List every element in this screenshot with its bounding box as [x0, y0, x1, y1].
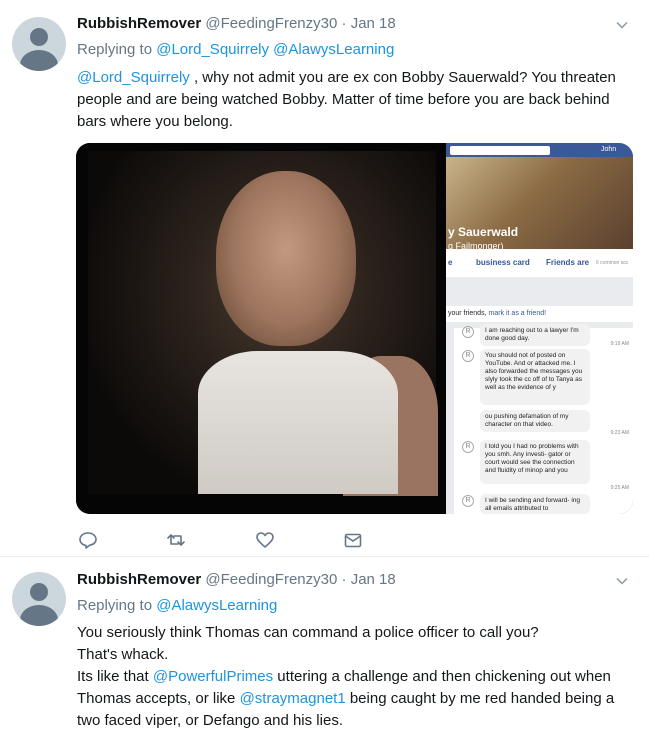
avatar-body-shape — [20, 50, 58, 71]
chat-time: 9:19 AM — [610, 341, 629, 347]
tweet-text: You seriously think Thomas can command a… — [77, 622, 637, 729]
replying-label: Replying to — [77, 597, 153, 614]
photo-face-shape — [216, 171, 356, 346]
display-name[interactable]: RubbishRemover — [77, 571, 201, 588]
tweet[interactable]: RubbishRemover @FeedingFrenzy30 · Jan 18… — [0, 558, 649, 729]
like-icon[interactable] — [255, 530, 275, 550]
r-icon: R — [462, 326, 474, 338]
photo-shirt-shape — [198, 351, 398, 494]
tweet-header: RubbishRemover @FeedingFrenzy30 · Jan 18 — [77, 570, 396, 590]
replying-to: Replying to @AlawysLearning — [77, 596, 277, 616]
separator-dot: · — [341, 15, 347, 32]
message-icon[interactable] — [343, 530, 363, 550]
chat-screenshot: R I am reaching out to a lawyer I'm done… — [454, 324, 633, 514]
photo-background — [88, 151, 438, 496]
reply-icon[interactable] — [78, 530, 98, 550]
tweet-media[interactable]: John y Sauerwald g Failmonger) e busines… — [76, 143, 633, 514]
chevron-down-icon[interactable] — [615, 18, 629, 32]
fb-tab: Friends are — [546, 258, 590, 267]
fb-tabs: e business card Friends are 6 common acc — [446, 249, 633, 277]
avatar-body-shape — [20, 605, 58, 626]
chat-message: I told you I had no problems with you sm… — [480, 440, 590, 484]
chat-message: ou pushing defamation of my character on… — [480, 410, 590, 432]
tweet-date[interactable]: Jan 18 — [351, 571, 396, 588]
display-name[interactable]: RubbishRemover — [77, 15, 201, 32]
fb-profile-name: y Sauerwald — [448, 225, 519, 239]
user-handle[interactable]: @FeedingFrenzy30 — [205, 571, 337, 588]
retweet-icon[interactable] — [166, 530, 186, 550]
reply-mention-alawyslearning[interactable]: @AlawysLearning — [156, 597, 277, 614]
replying-label: Replying to — [77, 41, 153, 58]
chat-message: I will be sending and forward- ing all e… — [480, 494, 590, 514]
r-icon: R — [462, 495, 474, 507]
tweet-text: @Lord_Squirrely , why not admit you are … — [77, 67, 637, 133]
text-mention-powerfulprimes[interactable]: @PowerfulPrimes — [153, 668, 273, 685]
chat-time: 9:23 AM — [610, 430, 629, 436]
tweet-header: RubbishRemover @FeedingFrenzy30 · Jan 18 — [77, 14, 396, 34]
fb-search-bar — [450, 146, 550, 155]
tweet-text-line: Its like that @PowerfulPrimes uttering a… — [77, 666, 637, 729]
fb-friend-notice: your friends, mark it as a friend! — [446, 306, 633, 322]
avatar[interactable] — [12, 17, 66, 71]
chat-message: I am reaching out to a lawyer I'm done g… — [480, 324, 590, 346]
replying-to: Replying to @Lord_Squirrely @AlawysLearn… — [77, 40, 394, 60]
media-photo-portrait[interactable] — [76, 143, 446, 514]
media-photo-screenshot[interactable]: John y Sauerwald g Failmonger) e busines… — [446, 143, 633, 514]
fb-topbar: John — [446, 143, 633, 157]
tweet-actions — [78, 530, 378, 550]
chevron-down-icon[interactable] — [615, 574, 629, 588]
text-mention-straymagnet1[interactable]: @straymagnet1 — [240, 690, 346, 707]
user-handle[interactable]: @FeedingFrenzy30 — [205, 15, 337, 32]
tweet-text-segment: Its like that — [77, 668, 153, 685]
r-icon: R — [462, 441, 474, 453]
fb-friend-text: your friends, — [448, 310, 487, 317]
fb-tab: e — [448, 258, 453, 267]
fb-friend-link: mark it as a friend! — [488, 310, 547, 317]
fb-tab: business card — [476, 258, 530, 267]
chat-time: 9:25 AM — [610, 485, 629, 491]
fb-cover-photo: y Sauerwald g Failmonger) — [446, 157, 633, 251]
tweet-date[interactable]: Jan 18 — [351, 15, 396, 32]
fb-user-name: John — [601, 146, 617, 153]
separator-dot: · — [341, 571, 347, 588]
tweet-text-line: You seriously think Thomas can command a… — [77, 624, 539, 641]
tweet-text-line: That's whack. — [77, 646, 169, 663]
reply-mention-alawyslearning[interactable]: @AlawysLearning — [273, 41, 394, 58]
chat-message: You should not of posted on YouTube. And… — [480, 349, 590, 405]
reply-mention-lord-squirrely[interactable]: @Lord_Squirrely — [156, 41, 269, 58]
avatar-head-shape — [30, 28, 48, 46]
avatar-head-shape — [30, 583, 48, 601]
avatar[interactable] — [12, 572, 66, 626]
r-icon: R — [462, 350, 474, 362]
tweet[interactable]: RubbishRemover @FeedingFrenzy30 · Jan 18… — [0, 0, 649, 557]
text-mention[interactable]: @Lord_Squirrely — [77, 69, 190, 86]
fb-tab: 6 common acc — [596, 260, 629, 266]
